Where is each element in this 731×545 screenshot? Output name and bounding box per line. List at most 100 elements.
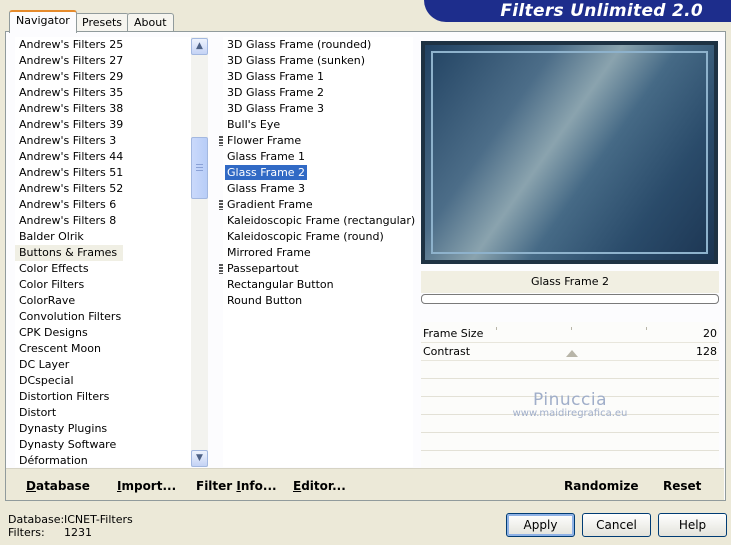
category-item[interactable]: Color Effects bbox=[15, 261, 191, 277]
category-label: Andrew's Filters 51 bbox=[19, 166, 124, 179]
category-item[interactable]: Andrew's Filters 38 bbox=[15, 101, 191, 117]
filter-item[interactable]: Glass Frame 2 bbox=[223, 165, 413, 181]
category-label: Andrew's Filters 27 bbox=[19, 54, 124, 67]
filter-item[interactable]: 3D Glass Frame 3 bbox=[223, 101, 413, 117]
filter-item[interactable]: 3D Glass Frame (rounded) bbox=[223, 37, 413, 53]
category-item[interactable]: Dynasty Software bbox=[15, 437, 191, 453]
filter-label: 3D Glass Frame (rounded) bbox=[227, 38, 372, 51]
category-item[interactable]: Andrew's Filters 52 bbox=[15, 181, 191, 197]
category-label: Andrew's Filters 44 bbox=[19, 150, 124, 163]
category-item[interactable]: DCspecial bbox=[15, 373, 191, 389]
category-label: Andrew's Filters 35 bbox=[19, 86, 124, 99]
filter-item[interactable]: Bull's Eye bbox=[223, 117, 413, 133]
category-item[interactable]: ColorRave bbox=[15, 293, 191, 309]
preview-image bbox=[421, 41, 718, 264]
filter-item[interactable]: Passepartout bbox=[219, 261, 413, 277]
filter-item[interactable]: Mirrored Frame bbox=[223, 245, 413, 261]
param-value: 128 bbox=[696, 345, 717, 358]
divider bbox=[421, 450, 719, 451]
slider-tick bbox=[646, 327, 647, 330]
category-label: Déformation bbox=[19, 454, 88, 467]
category-item[interactable]: DC Layer bbox=[15, 357, 191, 373]
category-item[interactable]: Crescent Moon bbox=[15, 341, 191, 357]
filter-label: Glass Frame 2 bbox=[225, 165, 308, 180]
filter-info-button[interactable]: Filter Info... bbox=[196, 479, 277, 493]
category-label: DC Layer bbox=[19, 358, 70, 371]
category-item[interactable]: Andrew's Filters 39 bbox=[15, 117, 191, 133]
category-item[interactable]: Balder Olrik bbox=[15, 229, 191, 245]
category-item[interactable]: Andrew's Filters 51 bbox=[15, 165, 191, 181]
scroll-down-icon[interactable]: ▼ bbox=[191, 450, 208, 467]
status-value: ICNET-Filters bbox=[64, 513, 133, 526]
category-item[interactable]: Dynasty Plugins bbox=[15, 421, 191, 437]
filter-label: Mirrored Frame bbox=[227, 246, 311, 259]
import-button[interactable]: Import... bbox=[117, 479, 176, 493]
reset-button[interactable]: Reset bbox=[663, 479, 701, 493]
category-item[interactable]: Andrew's Filters 35 bbox=[15, 85, 191, 101]
filter-name-label: Glass Frame 2 bbox=[421, 271, 719, 293]
category-item[interactable]: Andrew's Filters 25 bbox=[15, 37, 191, 53]
category-item[interactable]: Convolution Filters bbox=[15, 309, 191, 325]
category-item[interactable]: Déformation bbox=[15, 453, 191, 467]
category-label: Crescent Moon bbox=[19, 342, 101, 355]
filter-item[interactable]: 3D Glass Frame 1 bbox=[223, 69, 413, 85]
tab-presets[interactable]: Presets bbox=[75, 13, 130, 31]
category-item[interactable]: Andrew's Filters 44 bbox=[15, 149, 191, 165]
cancel-button[interactable]: Cancel bbox=[582, 513, 651, 537]
category-label: Andrew's Filters 3 bbox=[19, 134, 117, 147]
category-label: Andrew's Filters 6 bbox=[19, 198, 117, 211]
database-button[interactable]: Database bbox=[26, 479, 90, 493]
preset-marker-icon bbox=[219, 136, 223, 146]
filter-item[interactable]: Round Button bbox=[223, 293, 413, 309]
category-item[interactable]: Buttons & Frames bbox=[15, 245, 191, 261]
apply-button[interactable]: Apply bbox=[506, 513, 575, 537]
category-item[interactable]: Andrew's Filters 6 bbox=[15, 197, 191, 213]
randomize-button[interactable]: Randomize bbox=[564, 479, 638, 493]
tab-about[interactable]: About bbox=[127, 13, 174, 31]
filter-item[interactable]: 3D Glass Frame 2 bbox=[223, 85, 413, 101]
category-item[interactable]: Color Filters bbox=[15, 277, 191, 293]
category-item[interactable]: Distort bbox=[15, 405, 191, 421]
category-label: Andrew's Filters 39 bbox=[19, 118, 124, 131]
filter-item[interactable]: Rectangular Button bbox=[223, 277, 413, 293]
filter-label: Flower Frame bbox=[227, 134, 302, 147]
grip-line bbox=[196, 170, 203, 171]
category-item[interactable]: Andrew's Filters 29 bbox=[15, 69, 191, 85]
status-value: 1231 bbox=[64, 526, 92, 539]
category-item[interactable]: Andrew's Filters 27 bbox=[15, 53, 191, 69]
filter-item[interactable]: Gradient Frame bbox=[219, 197, 413, 213]
label: atabase bbox=[35, 479, 90, 493]
category-label: ColorRave bbox=[19, 294, 76, 307]
category-label: CPK Designs bbox=[19, 326, 88, 339]
preview-render bbox=[425, 45, 714, 260]
filter-label: Kaleidoscopic Frame (round) bbox=[227, 230, 384, 243]
tab-navigator[interactable]: Navigator bbox=[9, 10, 77, 33]
category-label: Andrew's Filters 8 bbox=[19, 214, 117, 227]
category-label: Balder Olrik bbox=[19, 230, 84, 243]
filter-item[interactable]: 3D Glass Frame (sunken) bbox=[223, 53, 413, 69]
filter-item[interactable]: Kaleidoscopic Frame (rectangular) bbox=[223, 213, 415, 229]
help-button[interactable]: Help bbox=[658, 513, 727, 537]
param-row-frame-size[interactable]: Frame Size 20 bbox=[421, 325, 719, 343]
editor-button[interactable]: Editor... bbox=[293, 479, 346, 493]
scroll-thumb[interactable] bbox=[191, 137, 208, 199]
category-label: Convolution Filters bbox=[19, 310, 122, 323]
slider-thumb-icon[interactable] bbox=[566, 350, 578, 357]
category-item[interactable]: Andrew's Filters 3 bbox=[15, 133, 191, 149]
filter-label: Gradient Frame bbox=[227, 198, 313, 211]
category-label: Dynasty Software bbox=[19, 438, 117, 451]
accesskey: D bbox=[26, 479, 36, 493]
category-list[interactable]: Andrew's Filters 25 Andrew's Filters 27 An… bbox=[15, 37, 191, 467]
filter-label: Round Button bbox=[227, 294, 303, 307]
category-item[interactable]: CPK Designs bbox=[15, 325, 191, 341]
filter-item[interactable]: Flower Frame bbox=[219, 133, 413, 149]
filter-list[interactable]: 3D Glass Frame (rounded) 3D Glass Frame (… bbox=[219, 37, 415, 467]
category-item[interactable]: Andrew's Filters 8 bbox=[15, 213, 191, 229]
filter-item[interactable]: Glass Frame 1 bbox=[223, 149, 413, 165]
category-scrollbar[interactable]: ▲ ▼ bbox=[191, 37, 208, 467]
category-item[interactable]: Distortion Filters bbox=[15, 389, 191, 405]
bottom-toolbar: Database Import... Filter Info... Editor… bbox=[6, 468, 724, 500]
scroll-up-icon[interactable]: ▲ bbox=[191, 38, 208, 55]
filter-item[interactable]: Glass Frame 3 bbox=[223, 181, 413, 197]
filter-item[interactable]: Kaleidoscopic Frame (round) bbox=[223, 229, 413, 245]
